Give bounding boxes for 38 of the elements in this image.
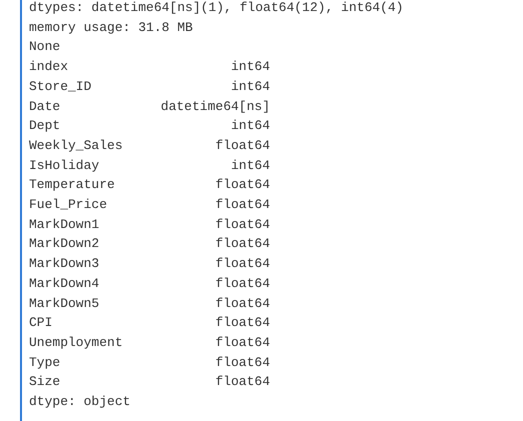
column-name: Temperature (29, 176, 115, 194)
column-dtype: float64 (215, 354, 270, 372)
column-name: Fuel_Price (29, 196, 108, 214)
column-name: Unemployment (29, 334, 123, 352)
output-line: memory usage: 31.8 MB (29, 18, 193, 37)
column-name: MarkDown2 (29, 235, 100, 254)
output-line: dtype: object (29, 393, 130, 412)
column-dtype: float64 (215, 136, 270, 155)
column-name: Type (29, 354, 60, 372)
column-name: MarkDown3 (29, 255, 100, 274)
column-name: Store_ID (29, 78, 92, 96)
column-dtype: int64 (230, 58, 270, 76)
column-name: Size (29, 373, 60, 392)
column-dtype: float64 (215, 314, 270, 332)
column-dtype: datetime64[ns] (160, 98, 270, 116)
output-line: dtypes: datetime64[ns](1), float64(12), int64(4) (29, 0, 404, 17)
column-dtype: float64 (215, 176, 270, 194)
column-name: index (29, 58, 68, 76)
column-name: IsHoliday (29, 156, 100, 175)
column-name: Date (29, 98, 60, 116)
column-name: MarkDown4 (29, 274, 100, 293)
column-dtype: float64 (215, 216, 270, 234)
column-name: Dept (29, 117, 60, 136)
column-dtype: float64 (215, 255, 270, 274)
column-dtype: float64 (215, 373, 270, 392)
column-name: Weekly_Sales (29, 136, 123, 155)
column-dtype: float64 (215, 196, 270, 214)
column-dtype: float64 (215, 334, 270, 352)
column-dtype: float64 (215, 294, 270, 313)
column-name: MarkDown5 (29, 294, 100, 313)
column-dtype: float64 (215, 235, 270, 254)
column-name: CPI (29, 314, 52, 332)
column-dtype: int64 (230, 117, 270, 136)
column-dtype: int64 (230, 156, 270, 175)
column-dtype: float64 (215, 274, 270, 293)
output-line: None (29, 38, 60, 56)
column-name: MarkDown1 (29, 216, 100, 234)
column-dtype: int64 (230, 78, 270, 96)
